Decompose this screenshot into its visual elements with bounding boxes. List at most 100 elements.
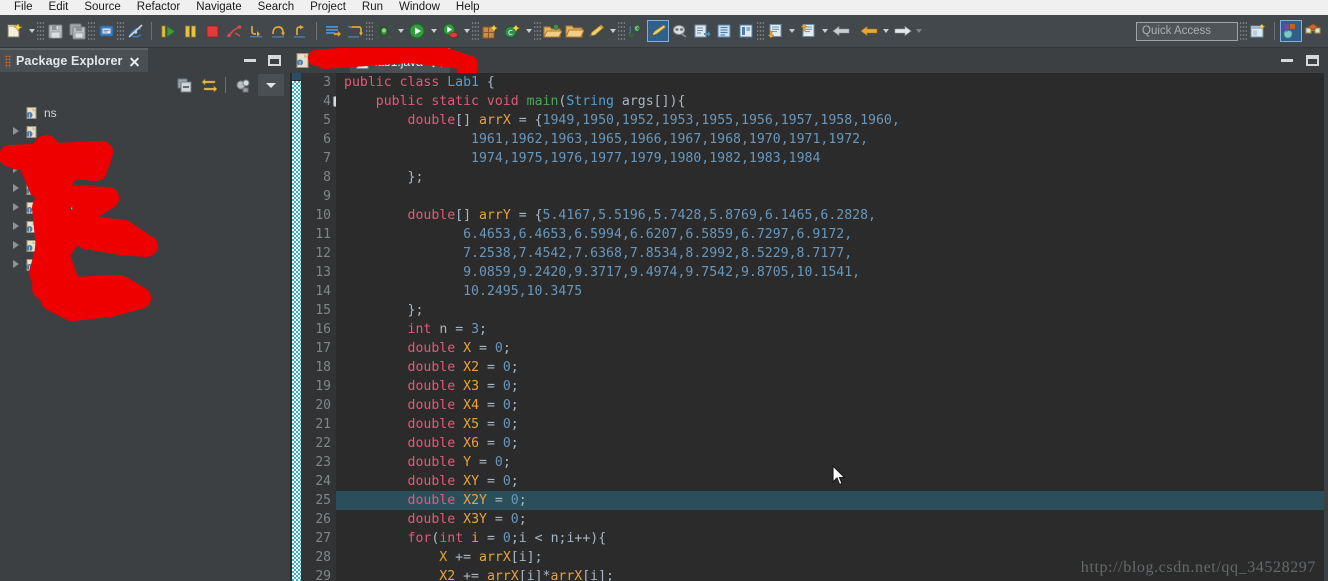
expand-arrow-icon[interactable] <box>10 202 21 213</box>
previous-edit-icon[interactable] <box>797 20 819 42</box>
chevron-down-icon[interactable] <box>819 20 830 42</box>
code-line[interactable]: int n = 3; <box>336 320 1328 339</box>
expand-arrow-icon[interactable] <box>10 221 21 232</box>
editor-tab-inactive[interactable]: J lab2.j <box>290 48 350 73</box>
minimize-icon[interactable] <box>1281 59 1293 62</box>
step-over-icon[interactable] <box>267 20 289 42</box>
debug-icon[interactable] <box>373 20 395 42</box>
menu-item-project[interactable]: Project <box>302 0 354 15</box>
code-line[interactable]: double X2Y = 0; <box>336 491 1328 510</box>
code-line[interactable]: X += arrX[i]; <box>336 548 1328 567</box>
code-line[interactable]: 9.0859,9.2420,9.3717,9.4974,9.7542,9.870… <box>336 263 1328 282</box>
code-line[interactable]: double X3 = 0; <box>336 377 1328 396</box>
chevron-down-icon[interactable] <box>461 20 472 42</box>
search-icon[interactable] <box>669 20 691 42</box>
tab-package-explorer[interactable]: Package Explorer <box>0 48 148 72</box>
minimize-icon[interactable] <box>244 58 256 62</box>
menu-item-window[interactable]: Window <box>391 0 448 15</box>
maximize-icon[interactable] <box>268 54 281 66</box>
expand-arrow-icon[interactable] <box>10 183 21 194</box>
expand-arrow-icon[interactable] <box>10 164 21 175</box>
new-java-project-icon[interactable] <box>479 20 501 42</box>
chevron-down-icon[interactable] <box>395 20 406 42</box>
close-icon[interactable] <box>128 55 141 68</box>
back-arrow-icon[interactable] <box>858 20 880 42</box>
expand-arrow-icon[interactable] <box>10 126 21 137</box>
project-tree[interactable]: Jns J Jde J J Jgleamyan Jnes Jrs Jr <box>0 98 290 581</box>
disconnect-icon[interactable] <box>223 20 245 42</box>
menu-item-source[interactable]: Source <box>76 0 128 15</box>
open-task-icon[interactable] <box>563 20 585 42</box>
code-line[interactable]: }; <box>336 168 1328 187</box>
code-line[interactable]: 1961,1962,1963,1965,1966,1967,1968,1970,… <box>336 130 1328 149</box>
code-line[interactable]: double XY = 0; <box>336 472 1328 491</box>
java-ee-perspective-icon[interactable] <box>1302 20 1324 42</box>
chevron-down-icon[interactable] <box>26 20 37 42</box>
tree-item[interactable]: Jnes <box>0 217 290 236</box>
focus-on-active-task-icon[interactable] <box>230 74 254 96</box>
code-line[interactable]: 10.2495,10.3475 <box>336 282 1328 301</box>
code-line[interactable] <box>336 187 1328 206</box>
menu-item-search[interactable]: Search <box>250 0 302 15</box>
menu-item-edit[interactable]: Edit <box>41 0 77 15</box>
code-editor[interactable]: 3 4 5 6 7 8 9 10 11 12 13 14 15 16 17 18 19 20 21 22 23 24 25 2… <box>290 73 1328 581</box>
java-perspective-icon[interactable]: J C <box>625 20 647 42</box>
code-line[interactable]: double X2 = 0; <box>336 358 1328 377</box>
pencil-icon[interactable] <box>585 20 607 42</box>
menu-item-run[interactable]: Run <box>354 0 391 15</box>
menu-item-refactor[interactable]: Refactor <box>129 0 188 15</box>
code-line[interactable]: double Y = 0; <box>336 453 1328 472</box>
save-icon[interactable] <box>44 20 66 42</box>
code-content[interactable]: public class Lab1 { public static void m… <box>336 73 1328 581</box>
suspend-icon[interactable] <box>179 20 201 42</box>
expand-arrow-icon[interactable] <box>10 259 21 270</box>
save-all-icon[interactable] <box>66 20 88 42</box>
menu-item-file[interactable]: File <box>6 0 41 15</box>
code-line[interactable]: double X4 = 0; <box>336 396 1328 415</box>
code-line[interactable]: double X = 0; <box>336 339 1328 358</box>
quick-access-input[interactable]: Quick Access <box>1136 21 1238 41</box>
chevron-down-icon[interactable] <box>786 20 797 42</box>
open-perspective-icon[interactable] <box>1247 20 1269 42</box>
drop-to-frame-icon[interactable] <box>344 20 366 42</box>
code-line[interactable]: double X5 = 0; <box>336 415 1328 434</box>
tree-item[interactable]: J <box>0 160 290 179</box>
skip-breakpoints-icon[interactable] <box>322 20 344 42</box>
chevron-down-icon[interactable] <box>607 20 618 42</box>
tree-item[interactable]: Jrs <box>0 236 290 255</box>
code-line[interactable]: 7.2538,7.4542,7.6368,7.8534,8.2992,8.522… <box>336 244 1328 263</box>
collapse-all-icon[interactable] <box>173 74 197 96</box>
code-line[interactable]: }; <box>336 301 1328 320</box>
tree-item[interactable]: J <box>0 179 290 198</box>
menu-item-navigate[interactable]: Navigate <box>188 0 249 15</box>
tree-item[interactable]: Jr <box>0 255 290 274</box>
step-into-icon[interactable] <box>245 20 267 42</box>
code-line[interactable]: public class Lab1 { <box>336 73 1328 92</box>
next-annotation-icon[interactable] <box>691 20 713 42</box>
link-with-editor-icon[interactable] <box>197 74 221 96</box>
code-line[interactable]: 6.4653,6.4653,6.5994,6.6207,6.5859,6.729… <box>336 225 1328 244</box>
chevron-down-icon[interactable] <box>880 20 891 42</box>
code-line[interactable]: double X6 = 0; <box>336 434 1328 453</box>
last-edit-icon[interactable] <box>735 20 757 42</box>
menu-item-help[interactable]: Help <box>448 0 488 15</box>
code-line[interactable]: for(int i = 0;i < n;i++){ <box>336 529 1328 548</box>
resume-icon[interactable] <box>157 20 179 42</box>
next-edit-icon[interactable] <box>764 20 786 42</box>
new-class-icon[interactable]: C <box>501 20 523 42</box>
java-perspective-active-icon[interactable] <box>1280 20 1302 42</box>
view-menu-icon[interactable] <box>258 74 284 96</box>
step-return-icon[interactable] <box>289 20 311 42</box>
code-line[interactable]: double[] arrY = {5.4167,5.5196,5.7428,5.… <box>336 206 1328 225</box>
toggle-mark-occurrences-icon[interactable] <box>124 20 146 42</box>
tree-item[interactable]: Jgleamyan <box>0 198 290 217</box>
code-line[interactable]: public static void main(String args[]){ <box>336 92 1328 111</box>
code-line[interactable]: 1974,1975,1976,1977,1979,1980,1982,1983,… <box>336 149 1328 168</box>
chevron-down-icon[interactable] <box>523 20 534 42</box>
tree-item[interactable]: J <box>0 122 290 141</box>
maximize-icon[interactable] <box>1306 55 1319 66</box>
coverage-icon[interactable] <box>439 20 461 42</box>
chevron-down-icon[interactable] <box>428 20 439 42</box>
expand-arrow-icon[interactable] <box>10 145 21 156</box>
code-line[interactable]: double X3Y = 0; <box>336 510 1328 529</box>
